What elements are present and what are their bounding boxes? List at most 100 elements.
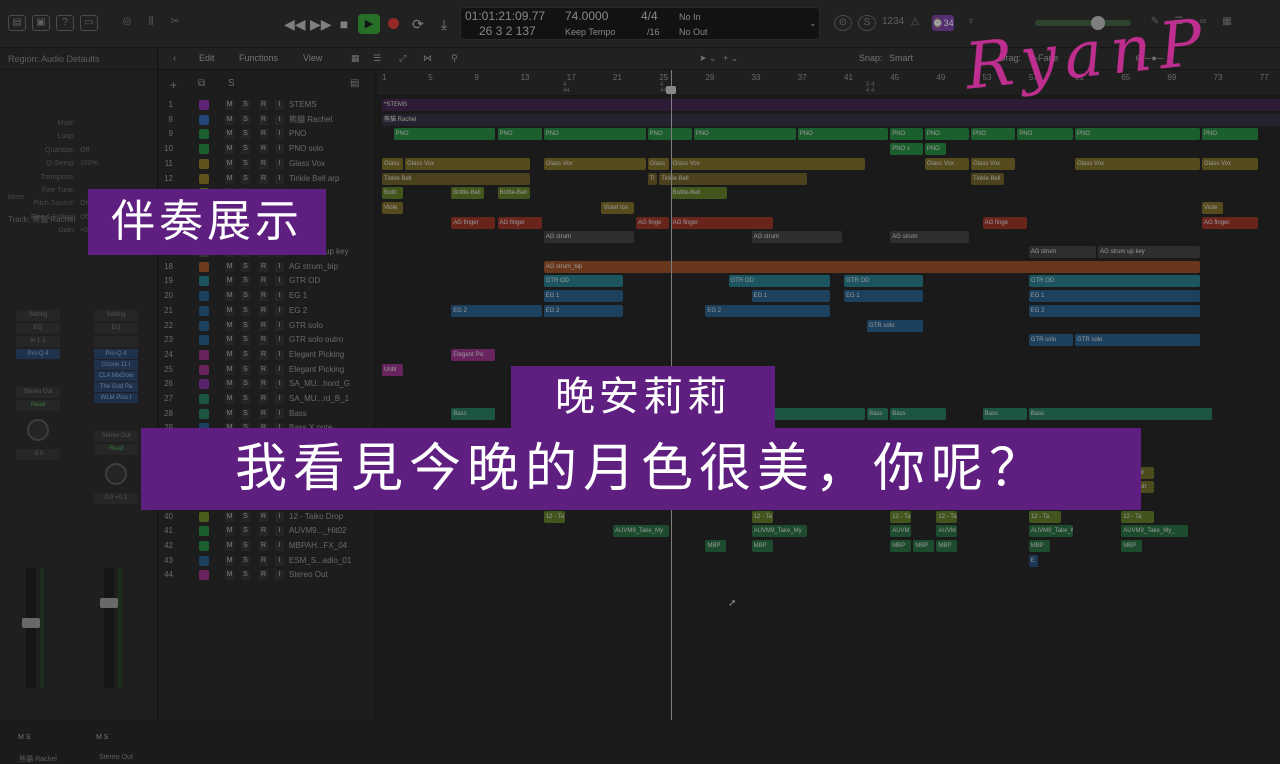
region[interactable]: MBP: [751, 540, 773, 552]
region[interactable]: 12 - Ta: [1028, 510, 1062, 523]
track-m-button[interactable]: M: [225, 408, 234, 419]
region[interactable]: PNO: [393, 128, 496, 141]
track-m-button[interactable]: M: [225, 261, 234, 272]
track-row[interactable]: 22 M S R I GTR solo: [159, 319, 375, 333]
track-s-button[interactable]: S: [241, 129, 250, 140]
track-s-button[interactable]: S: [241, 526, 250, 537]
region[interactable]: EG 1: [844, 290, 923, 303]
region[interactable]: Bass: [890, 407, 946, 420]
region[interactable]: Bottle-Bell: [497, 187, 531, 200]
track-m-button[interactable]: M: [225, 173, 234, 184]
track-i-button[interactable]: I: [275, 261, 284, 272]
track-s-button[interactable]: S: [241, 276, 250, 287]
grid-view-icon[interactable]: ▦: [351, 53, 360, 64]
fader-cap[interactable]: [100, 598, 118, 608]
track-inspector-title[interactable]: Track: 熊貓 Rachel: [8, 214, 75, 225]
track-s-button[interactable]: S: [241, 349, 250, 360]
region[interactable]: PNO: [543, 128, 646, 141]
track-s-button[interactable]: S: [241, 379, 250, 390]
region[interactable]: 12 - Ta: [936, 510, 958, 523]
track-m-button[interactable]: M: [225, 349, 234, 360]
back-icon[interactable]: ‹: [173, 53, 176, 63]
track-i-button[interactable]: I: [275, 379, 284, 390]
volume-fader[interactable]: [26, 568, 36, 688]
eq-display[interactable]: EQ: [94, 323, 138, 334]
track-row[interactable]: 18 M S R I AG strum_bip: [159, 260, 375, 274]
region[interactable]: AG strum: [1028, 246, 1097, 258]
track-s-button[interactable]: S: [241, 335, 250, 346]
region[interactable]: AG finger: [1202, 216, 1258, 229]
region[interactable]: MBP: [890, 540, 912, 552]
region[interactable]: E: [1028, 554, 1039, 567]
track-i-button[interactable]: I: [275, 541, 284, 551]
region[interactable]: Bass: [982, 407, 1027, 420]
track-m-button[interactable]: M: [225, 555, 234, 566]
region[interactable]: MBP: [1028, 540, 1050, 552]
track-row[interactable]: 21 M S R I EG 2: [159, 304, 375, 318]
track-r-button[interactable]: R: [259, 144, 268, 155]
region[interactable]: PNO: [924, 143, 946, 156]
volume-fader[interactable]: [104, 568, 114, 688]
setting-button[interactable]: Setting: [94, 310, 138, 321]
track-m-button[interactable]: M: [225, 144, 234, 155]
region[interactable]: EG 1: [751, 290, 831, 303]
region[interactable]: PNO: [1017, 128, 1073, 141]
region[interactable]: EG 2: [1028, 304, 1201, 317]
track-r-button[interactable]: R: [259, 408, 268, 419]
track-r-button[interactable]: R: [259, 364, 268, 375]
track-row[interactable]: 8 M S R I 熊貓 Rachel: [159, 113, 375, 127]
region[interactable]: GTR OD: [1028, 275, 1201, 288]
smart-controls-icon[interactable]: ◎: [118, 15, 136, 31]
region[interactable]: GTR OD: [844, 275, 923, 288]
region[interactable]: AUVM9_Take_My: [751, 525, 808, 538]
region[interactable]: 12 - Ta: [543, 510, 565, 523]
track-s-button[interactable]: S: [241, 320, 250, 331]
region[interactable]: Glass Vox: [924, 157, 970, 170]
track-r-button[interactable]: R: [259, 570, 268, 581]
pencil-tool-icon[interactable]: + ⌄: [723, 53, 738, 64]
plugin-slot[interactable]: Pro-Q 4: [16, 349, 60, 359]
track-s-button[interactable]: S: [241, 100, 250, 110]
quick-help-icon[interactable]: ?: [56, 15, 74, 31]
track-i-button[interactable]: I: [275, 511, 284, 522]
region[interactable]: EG 2: [705, 304, 831, 317]
track-r-button[interactable]: R: [259, 305, 268, 316]
global-solo-button[interactable]: S: [228, 78, 235, 89]
track-s-button[interactable]: S: [241, 305, 250, 316]
track-i-button[interactable]: I: [275, 173, 284, 184]
region[interactable]: Ti: [647, 172, 658, 185]
track-r-button[interactable]: R: [259, 335, 268, 346]
track-i-button[interactable]: I: [275, 129, 284, 140]
record-button[interactable]: [388, 18, 399, 29]
track-m-button[interactable]: M: [225, 114, 234, 125]
track-s-button[interactable]: S: [241, 541, 250, 551]
region[interactable]: AG finge: [982, 216, 1027, 229]
mixer-icon[interactable]: ⫼: [142, 15, 160, 31]
region[interactable]: Glass Vox: [1075, 157, 1201, 170]
track-m-button[interactable]: M: [225, 526, 234, 537]
track-i-button[interactable]: I: [275, 158, 284, 169]
region[interactable]: EG 1: [543, 290, 623, 303]
region[interactable]: PNO: [1075, 128, 1201, 141]
track-r-button[interactable]: R: [259, 394, 268, 404]
region[interactable]: Glass Vox: [971, 157, 1016, 170]
track-i-button[interactable]: I: [275, 526, 284, 537]
track-i-button[interactable]: I: [275, 394, 284, 404]
track-m-button[interactable]: M: [225, 335, 234, 346]
track-r-button[interactable]: R: [259, 379, 268, 390]
track-s-button[interactable]: S: [241, 158, 250, 169]
automation-read[interactable]: Read: [94, 444, 138, 455]
inspector-icon[interactable]: ▣: [32, 15, 50, 31]
catch-icon[interactable]: ⚲: [451, 53, 458, 64]
track-row[interactable]: 12 M S R I Tinkle Bell arp: [159, 172, 375, 186]
region[interactable]: Glass Vox: [1202, 157, 1258, 170]
region[interactable]: Bottle-Bell: [670, 187, 727, 200]
automation-read[interactable]: Read: [16, 400, 60, 411]
region[interactable]: AUVM9_Take_My: [613, 525, 669, 538]
add-track-icon[interactable]: +: [170, 78, 177, 92]
forward-icon[interactable]: ▶▶: [310, 16, 332, 32]
lcd-dropdown-icon[interactable]: ⌄: [809, 18, 817, 29]
region[interactable]: 12 - Ta: [751, 510, 773, 523]
track-i-button[interactable]: I: [275, 570, 284, 581]
track-m-button[interactable]: M: [225, 320, 234, 331]
